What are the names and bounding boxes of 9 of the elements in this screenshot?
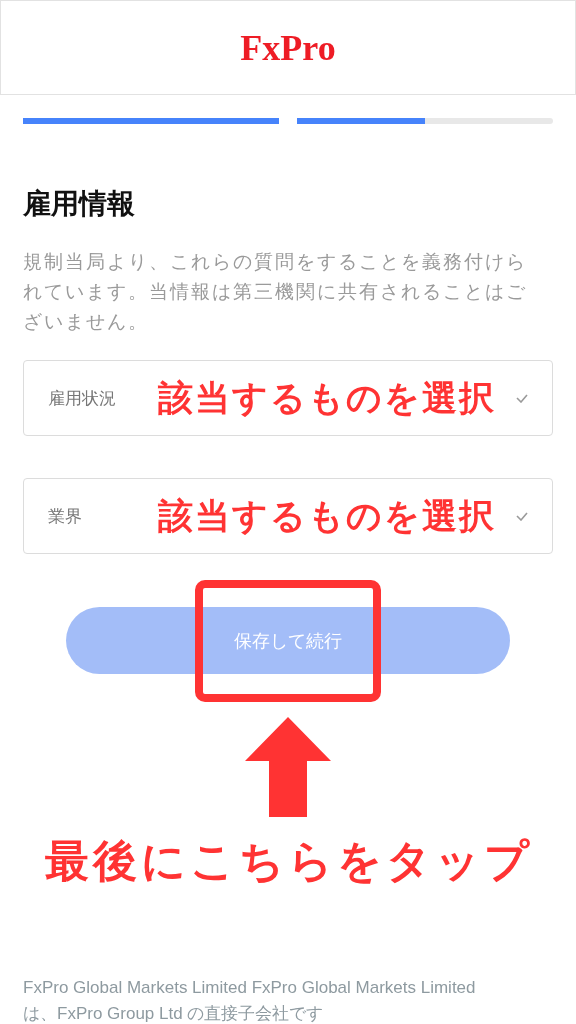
select-field[interactable]: 業界 該当するものを選択 [23,478,553,554]
fxpro-logo: FxPro [240,26,336,69]
section-description: 規制当局より、これらの質問をすることを義務付けられています。当情報は第三機関に共有されることはございません。 [23,249,528,334]
annotation-text: 該当するものを選択 [158,494,497,538]
section-title: 雇用情報 [23,186,136,222]
select-field[interactable]: 雇用状況 該当するものを選択 [23,360,553,436]
annotation-caption: 最後にこちらをタップ [45,835,534,887]
footer-text: FxPro Global Markets Limited FxPro Global Markets Limited は、FxPro Group Ltd の直接子会社です [23,977,477,1024]
annotation-text: 該当するものを選択 [158,376,497,420]
